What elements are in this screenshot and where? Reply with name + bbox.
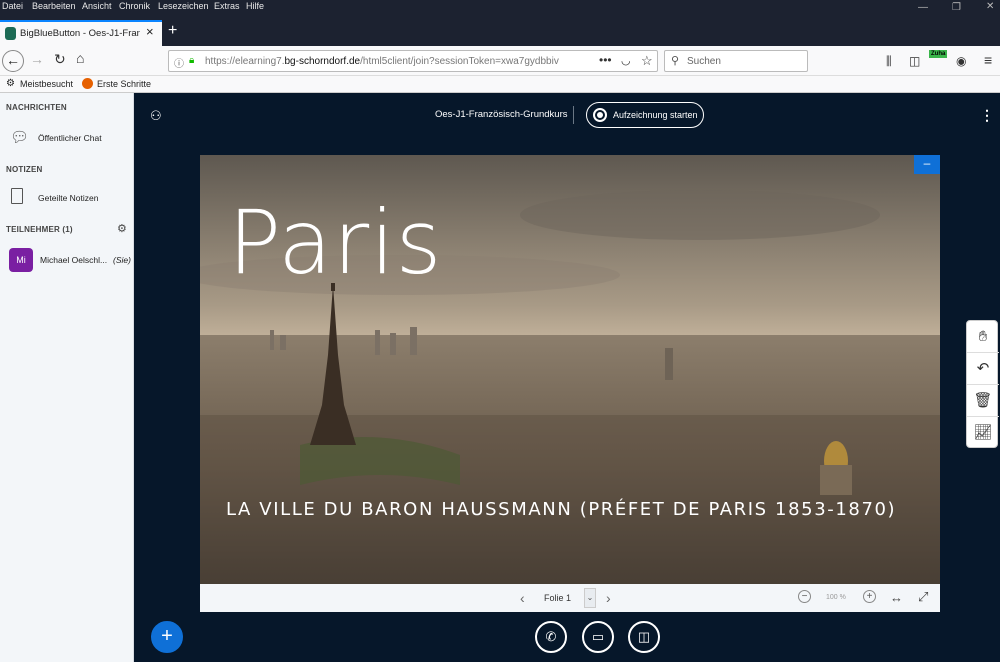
notes-header: NOTIZEN <box>6 165 43 174</box>
share-webcam-button[interactable]: ▭ <box>582 621 614 653</box>
browser-tab[interactable]: BigBlueButton - Oes-J1-Franzö × <box>0 20 162 46</box>
menu-lesezeichen[interactable]: Lesezeichen <box>158 1 209 11</box>
search-bar[interactable]: ⚲ Suchen <box>664 50 808 72</box>
zoom-out-icon[interactable]: − <box>798 590 811 603</box>
join-audio-button[interactable]: ✆ <box>535 621 567 653</box>
video-off-icon: ▭ <box>591 629 605 644</box>
minimize-presentation-button[interactable]: – <box>914 155 940 174</box>
hand-tool-icon[interactable]: ✋︎ <box>967 321 999 353</box>
url-bar[interactable]: ⓘ 🔒︎ https://elearning7.bg-schorndorf.de… <box>168 50 658 72</box>
messages-header: NACHRICHTEN <box>6 103 67 112</box>
options-kebab-icon[interactable]: ⋮ <box>980 107 994 124</box>
shared-notes-item[interactable]: Geteilte Notizen <box>0 183 134 213</box>
close-tab-icon[interactable]: × <box>146 24 154 39</box>
bookmark-star-icon[interactable]: ☆ <box>641 53 653 69</box>
record-label: Aufzeichnung starten <box>613 110 698 120</box>
user-menu-icon[interactable]: ⚇ <box>150 108 162 124</box>
chat-bubbles-icon: 💬︎ <box>10 129 30 146</box>
restore-window-icon[interactable]: ❐ <box>952 2 961 13</box>
record-button[interactable]: Aufzeichnung starten <box>586 102 704 128</box>
menu-hilfe[interactable]: Hilfe <box>246 1 264 11</box>
home-icon[interactable]: ⌂ <box>76 50 84 66</box>
slide-select[interactable]: Folie 1 <box>544 593 571 603</box>
menu-bearbeiten[interactable]: Bearbeiten <box>32 1 76 11</box>
public-chat-label: Öffentlicher Chat <box>38 133 102 143</box>
search-input[interactable]: Suchen <box>687 56 721 67</box>
menu-chronik[interactable]: Chronik <box>119 1 150 11</box>
multi-user-whiteboard-icon[interactable]: 📈︎ <box>967 417 999 449</box>
sidebar-toggle-icon[interactable]: ◫ <box>909 54 920 68</box>
account-icon[interactable]: ◉ <box>956 54 966 68</box>
gear-icon: ⚙ <box>6 78 15 89</box>
menu-datei[interactable]: Datei <box>2 1 23 11</box>
screenshare-off-icon: ◫ <box>637 629 651 644</box>
notes-document-icon <box>11 188 23 204</box>
menu-extras[interactable]: Extras <box>214 1 240 11</box>
share-screen-button[interactable]: ◫ <box>628 621 660 653</box>
avatar: Mi <box>9 248 33 272</box>
bookmark-meistbesucht[interactable]: Meistbesucht <box>20 79 73 89</box>
header-divider <box>573 106 574 124</box>
bookmarks-toolbar: ⚙ Meistbesucht Erste Schritte <box>0 76 1000 93</box>
slide-controls: ‹ Folie 1 ⌄ › − 100 % + ↔ ⤢ <box>200 584 940 612</box>
info-icon[interactable]: ⓘ <box>174 55 184 70</box>
presentation-slide: Paris LA VILLE DU BARON HAUSSMANN (PRÉFE… <box>200 155 940 584</box>
record-icon <box>593 108 607 122</box>
whiteboard-toolbar: ✋︎ ↶ 🗑︎ 📈︎ <box>966 320 999 449</box>
new-tab-icon[interactable]: + <box>168 22 177 40</box>
chevron-down-icon[interactable]: ⌄ <box>584 588 596 608</box>
participant-you-label: (Sie) <box>113 255 131 265</box>
minimize-window-icon[interactable]: — <box>918 2 928 13</box>
pocket-icon[interactable]: ◡ <box>621 54 631 67</box>
fullscreen-icon[interactable]: ⤢ <box>918 589 928 605</box>
sidebar: NACHRICHTEN 💬︎ Öffentlicher Chat NOTIZEN… <box>0 93 134 662</box>
next-slide-icon[interactable]: › <box>606 590 611 606</box>
zoom-level: 100 % <box>826 594 846 601</box>
library-icon[interactable]: ⫼ <box>886 54 892 69</box>
menu-bar: Datei Bearbeiten Ansicht Chronik Lesezei… <box>0 0 1000 14</box>
firefox-icon <box>82 78 93 89</box>
url-text: https://elearning7.bg-schorndorf.de/html… <box>205 56 559 67</box>
addon-badge[interactable]: Zuha <box>929 50 948 58</box>
trash-icon[interactable]: 🗑︎ <box>967 385 999 417</box>
participants-settings-gear-icon[interactable]: ⚙ <box>117 222 127 235</box>
fit-width-icon[interactable]: ↔ <box>890 590 903 605</box>
shared-notes-label: Geteilte Notizen <box>38 193 99 203</box>
hamburger-menu-icon[interactable]: ≡ <box>984 52 992 68</box>
more-actions-icon[interactable]: ••• <box>599 53 612 67</box>
lock-icon: 🔒︎ <box>189 55 195 66</box>
tab-title: BigBlueButton - Oes-J1-Franzö <box>20 28 140 39</box>
bigbluebutton-favicon-icon <box>5 27 16 40</box>
search-icon: ⚲ <box>671 55 680 67</box>
undo-icon[interactable]: ↶ <box>967 353 999 385</box>
slide-subtitle: LA VILLE DU BARON HAUSSMANN (PRÉFET DE P… <box>226 499 897 520</box>
previous-slide-icon[interactable]: ‹ <box>520 590 525 606</box>
participant-name: Michael Oelschl... <box>40 255 108 265</box>
public-chat-item[interactable]: 💬︎ Öffentlicher Chat <box>0 123 134 153</box>
menu-ansicht[interactable]: Ansicht <box>82 1 112 11</box>
bookmark-erste-schritte[interactable]: Erste Schritte <box>97 79 151 89</box>
meeting-title: Oes-J1-Französisch-Grundkurs <box>435 109 568 120</box>
reload-icon[interactable]: ↻ <box>54 51 66 68</box>
audio-muted-icon: ✆ <box>545 629 557 644</box>
participant-item[interactable]: Mi Michael Oelschl... (Sie) <box>0 245 134 275</box>
zoom-in-icon[interactable]: + <box>863 590 876 603</box>
participants-header: TEILNEHMER (1) <box>6 225 73 234</box>
slide-title: Paris <box>228 191 443 294</box>
back-arrow-icon[interactable]: ← <box>2 50 24 72</box>
actions-plus-button[interactable]: + <box>151 621 183 653</box>
forward-arrow-icon[interactable]: → <box>30 51 44 67</box>
close-window-icon[interactable]: ✕ <box>986 1 994 12</box>
